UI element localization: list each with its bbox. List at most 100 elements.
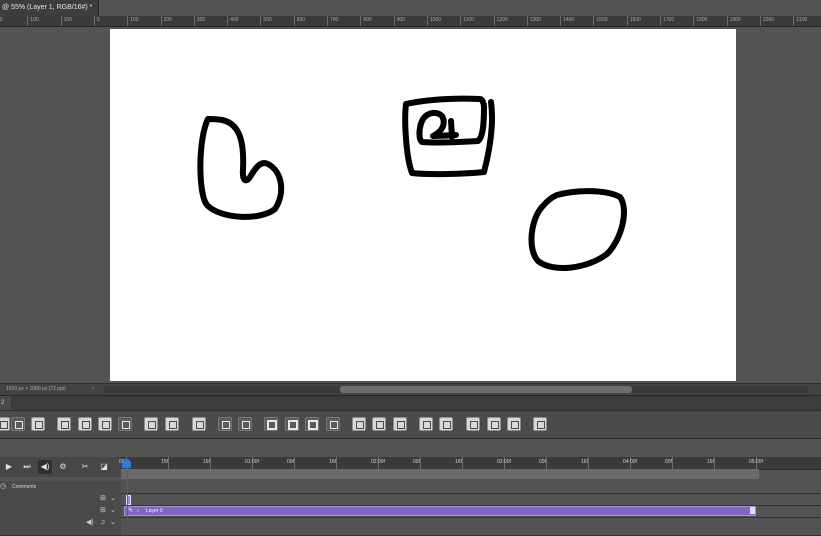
playhead-handle[interactable]	[122, 459, 131, 468]
panel-left-button[interactable]	[419, 417, 433, 431]
ruler-tick: 700	[327, 16, 338, 26]
new-mesh-button[interactable]	[57, 417, 71, 431]
bake-button[interactable]	[165, 417, 179, 431]
timeline-transport: ▶ ⏭ ◀) ⚙ ✂ ◪	[0, 457, 121, 477]
merge-button[interactable]	[352, 417, 366, 431]
ruler-tick-label: 700	[330, 17, 339, 23]
ruler-tick-label: 500	[263, 17, 272, 23]
panel-tab[interactable]: 2	[0, 396, 11, 410]
ruler-tick: 1700	[660, 16, 674, 26]
ruler-tick-label: 1900	[729, 17, 741, 23]
diagonal-button[interactable]	[326, 417, 340, 431]
grid-icon[interactable]: ⊞	[100, 493, 106, 505]
blue-channel-button[interactable]	[305, 417, 319, 431]
grid-button[interactable]	[11, 417, 25, 431]
document-tab-title: @ 55% (Layer 1, RGB/16#) *	[2, 4, 93, 11]
ruler-tick-label: 1100	[463, 17, 474, 23]
close-icon[interactable]: ×	[98, 4, 99, 11]
fit-height-button[interactable]	[238, 417, 252, 431]
ruler-tick-label: 1800	[696, 17, 708, 23]
ruler-tick: 1000	[426, 16, 441, 26]
chevron-down-icon[interactable]: ⌄	[110, 493, 116, 505]
timeline-tick-label: 16f	[581, 459, 588, 465]
transition-icon[interactable]: ◪	[97, 460, 111, 474]
ruler-tick-label: 1300	[529, 17, 541, 23]
stroke-b-shape	[197, 116, 285, 220]
document-canvas[interactable]	[110, 29, 736, 381]
align-button[interactable]	[393, 417, 407, 431]
extrude-button[interactable]	[78, 417, 92, 431]
ruler-tick: 100	[27, 16, 39, 26]
delete-button[interactable]	[118, 417, 132, 431]
notes-3-button[interactable]	[507, 417, 521, 431]
ruler-tick-label: 200	[163, 17, 172, 23]
document-tab[interactable]: @ 55% (Layer 1, RGB/16#) * ×	[0, 0, 99, 16]
timeline-tick-label: 00f	[287, 459, 294, 465]
volume-icon[interactable]: ◀)	[86, 517, 94, 529]
pen-icon: ✎	[128, 508, 134, 514]
notes-button[interactable]	[466, 417, 480, 431]
ruler-tick-label: 1700	[663, 17, 675, 23]
canvas-drawing	[197, 95, 627, 271]
ruler-tick-label: 1500	[596, 17, 608, 23]
comments-track-header: ◷ Comments	[0, 481, 121, 493]
panel-right-button[interactable]	[439, 417, 453, 431]
ruler-tick: 2100	[793, 16, 807, 26]
ruler-tick: 1100	[460, 16, 474, 26]
object-button[interactable]	[144, 417, 158, 431]
settings-icon[interactable]: ⚙	[56, 460, 70, 474]
play-icon[interactable]: ▶	[2, 460, 16, 474]
ruler-tick-label: 50	[0, 17, 3, 23]
split-button[interactable]	[372, 417, 386, 431]
timeline-tick-label: 15f	[161, 459, 168, 465]
ruler-tick-label: 2000	[762, 17, 775, 23]
horizontal-scrollbar-thumb[interactable]	[340, 386, 632, 393]
wrap-button[interactable]	[98, 417, 112, 431]
ruler-tick: 1900	[726, 16, 741, 26]
track-row-header: ⊞ ⌄	[0, 493, 121, 505]
ruler-tick: 400	[227, 16, 238, 26]
clock-icon: ◷	[0, 483, 7, 490]
expand-arrow-icon[interactable]: ›	[137, 507, 139, 515]
music-note-icon[interactable]: ♫	[100, 517, 105, 529]
ruler-tick-label: 800	[363, 17, 372, 23]
texture-button[interactable]	[192, 417, 206, 431]
status-bar: 1920 px × 1080 px (72 ppi) ›	[0, 383, 821, 395]
ruler-tick: 150	[60, 16, 72, 26]
timeline-tick-label: 01:00f	[245, 459, 259, 465]
status-menu-arrow[interactable]: ›	[92, 384, 94, 395]
timeline-tick-label: 00f	[539, 459, 546, 465]
lock-button[interactable]	[533, 417, 547, 431]
grid-icon[interactable]: ⊞	[100, 505, 106, 517]
timeline-tick-label: 16f	[707, 459, 714, 465]
work-area-bar[interactable]	[121, 469, 759, 479]
chevron-down-icon[interactable]: ⌄	[110, 505, 116, 517]
ruler-tick: 1800	[693, 16, 707, 26]
scene-button[interactable]	[0, 417, 10, 431]
ruler-tick: 1300	[526, 16, 541, 26]
timeline-tick: 02:00f	[371, 457, 385, 469]
ruler-tick-label: 1600	[629, 17, 641, 23]
audio-track: ◀) ♫ ⌄	[0, 517, 821, 536]
ruler-tick-label: 1000	[429, 17, 442, 23]
notes-2-button[interactable]	[487, 417, 501, 431]
ruler-tick-label: 600	[296, 17, 306, 23]
timeline-tick: 01:00f	[245, 457, 259, 469]
layer-clip[interactable]: ✎ › Layer 0	[124, 506, 756, 516]
ruler-tick-label: 100	[130, 17, 139, 23]
red-channel-button[interactable]	[264, 417, 278, 431]
clip-end-handle[interactable]	[750, 507, 755, 514]
timeline-panel-header: 2	[0, 395, 821, 410]
green-channel-button[interactable]	[285, 417, 299, 431]
next-frame-icon[interactable]: ⏭	[20, 460, 34, 474]
audio-toggle-icon[interactable]: ◀)	[38, 460, 52, 474]
split-scissors-icon[interactable]: ✂	[78, 460, 92, 474]
horizontal-ruler[interactable]: 5010015001002003004005006007008009001000…	[0, 16, 821, 27]
ruler-tick-label: 1400	[563, 17, 575, 23]
timeline-tick-label: 00f	[413, 459, 420, 465]
fit-width-button[interactable]	[218, 417, 232, 431]
chevron-down-icon[interactable]: ⌄	[110, 517, 116, 529]
save-button[interactable]	[31, 417, 45, 431]
ruler-tick: 900	[393, 16, 405, 26]
timeline-tick-label: 04:00f	[623, 459, 637, 465]
